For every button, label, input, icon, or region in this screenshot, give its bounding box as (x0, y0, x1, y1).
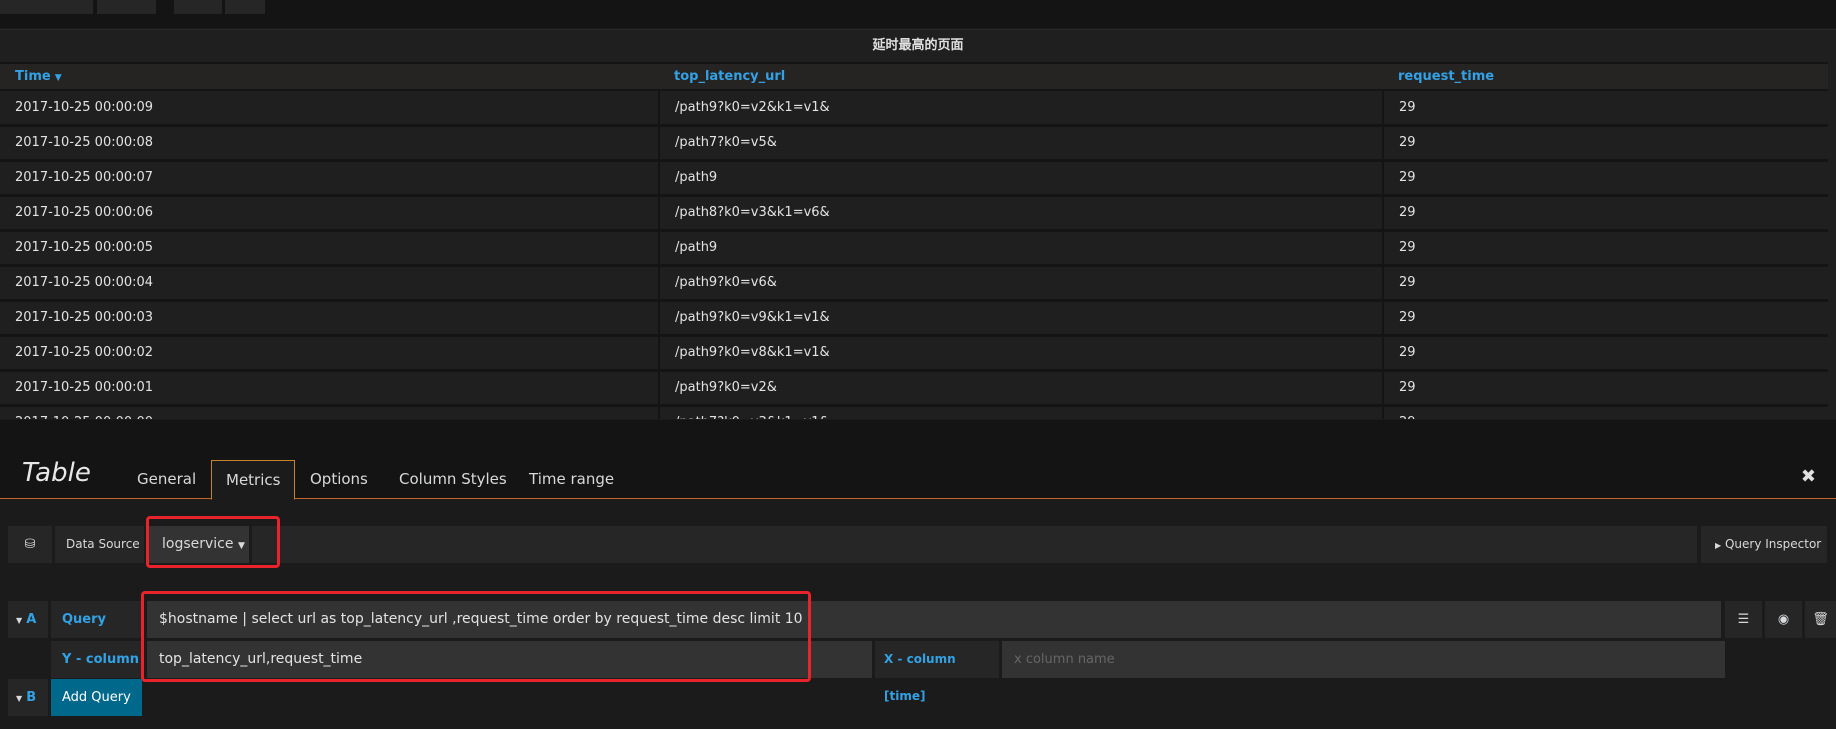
column-header-url[interactable]: top_latency_url (659, 62, 1383, 91)
query-label: Query (51, 601, 142, 638)
datasource-filler (252, 526, 1697, 563)
table-cell: 29 (1382, 335, 1828, 372)
table-row: 2017-10-25 00:00:07/path9 29 (0, 160, 1828, 197)
topbar-button[interactable] (97, 0, 156, 14)
table-cell: 29 (1382, 125, 1828, 162)
topbar-button[interactable] (0, 0, 93, 14)
highlight-box (141, 591, 811, 682)
table-cell: 2017-10-25 00:00:01 (0, 370, 659, 407)
table-row: 2017-10-25 00:00:02/path9?k0=v8&k1=v1& 29 (0, 335, 1828, 372)
database-icon: ⛁ (8, 526, 52, 563)
table-cell: 2017-10-25 00:00:03 (0, 300, 659, 337)
table-row: 2017-10-25 00:00:08/path7?k0=v5& 29 (0, 125, 1828, 162)
table-panel: 延时最高的页面 Time ▼ top_latency_url request_ti… (0, 29, 1836, 419)
eye-icon[interactable]: ◉ (1765, 601, 1802, 638)
caret-down-icon: ▼ (16, 694, 23, 703)
x-column-input[interactable]: x column name (1002, 641, 1725, 678)
table-cell: 29 (1382, 370, 1828, 407)
table-cell: /path9?k0=v2&k1=v1& (658, 90, 1383, 127)
topbar-button[interactable] (174, 0, 222, 14)
table-row: 2017-10-25 00:00:09/path9?k0=v2&k1=v1& 29 (0, 90, 1828, 127)
table-cell: /path9?k0=v2& (658, 370, 1383, 407)
table-row: 2017-10-25 00:00:06/path8?k0=v3&k1=v6& 29 (0, 195, 1828, 232)
dashboard-topbar (0, 0, 1836, 28)
query-b-toggle[interactable]: ▼ B (8, 679, 48, 716)
table-cell: /path9?k0=v6& (658, 265, 1383, 302)
query-letter: A (26, 612, 37, 627)
table-cell: 29 (1382, 300, 1828, 337)
highlight-box (146, 516, 280, 568)
table-cell: 2017-10-25 00:00:06 (0, 195, 659, 232)
table-cell: /path9?k0=v9&k1=v1& (658, 300, 1383, 337)
table-cell: 2017-10-25 00:00:08 (0, 125, 659, 162)
table-cell: 2017-10-25 00:00:09 (0, 90, 659, 127)
table-row: 2017-10-25 00:00:03/path9?k0=v9&k1=v1& 29 (0, 300, 1828, 337)
add-query-button[interactable]: Add Query (51, 679, 142, 716)
tab-general[interactable]: General (123, 460, 210, 499)
tab-column-styles[interactable]: Column Styles (385, 460, 521, 499)
editor-title: Table (22, 458, 91, 488)
table-cell: /path8?k0=v3&k1=v6& (658, 195, 1383, 232)
topbar-button[interactable] (225, 0, 265, 14)
y-column-label: Y - column (51, 641, 142, 678)
table-row: 2017-10-25 00:00:04/path9?k0=v6& 29 (0, 265, 1828, 302)
query-inspector-button[interactable]: ▶ Query Inspector (1701, 526, 1827, 563)
table-row: 2017-10-25 00:00:05/path9 29 (0, 230, 1828, 267)
table-cell: 2017-10-25 00:00:00 (0, 405, 659, 419)
query-a-toggle[interactable]: ▼ A (8, 601, 48, 638)
query-inspector-label: Query Inspector (1724, 537, 1822, 551)
editor-header: Table General Metrics Options Column Sty… (0, 420, 1836, 500)
table-cell: 29 (1382, 230, 1828, 267)
caret-down-icon: ▼ (16, 616, 23, 625)
table-cell: /path9 (658, 160, 1383, 197)
table-row: 2017-10-25 00:00:01/path9?k0=v2& 29 (0, 370, 1828, 407)
table-row: 2017-10-25 00:00:00/path7?k0=v3&k1=v1&29 (0, 405, 1828, 419)
table-cell: 2017-10-25 00:00:02 (0, 335, 659, 372)
caret-right-icon: ▶ (1715, 541, 1722, 550)
table-cell: 29 (1382, 405, 1828, 419)
table-cell: /path9?k0=v8&k1=v1& (658, 335, 1383, 372)
menu-icon[interactable]: ☰ (1725, 601, 1762, 638)
column-header-time[interactable]: Time ▼ (0, 62, 659, 91)
table-cell: 2017-10-25 00:00:04 (0, 265, 659, 302)
trash-icon[interactable]: 🗑 (1805, 601, 1836, 638)
panel-editor: Table General Metrics Options Column Sty… (0, 420, 1836, 729)
table-cell: 2017-10-25 00:00:07 (0, 160, 659, 197)
table-cell: /path7?k0=v5& (658, 125, 1383, 162)
header-label: Time (15, 69, 51, 84)
tab-metrics[interactable]: Metrics (211, 460, 296, 500)
caret-down-icon: ▼ (54, 73, 62, 83)
table-cell: /path7?k0=v3&k1=v1& (658, 405, 1383, 419)
x-column-label: X - column [time] (875, 641, 999, 703)
panel-title[interactable]: 延时最高的页面 (0, 30, 1836, 62)
table-cell: 29 (1382, 265, 1828, 302)
table-cell: 2017-10-25 00:00:05 (0, 230, 659, 267)
table-cell: 29 (1382, 195, 1828, 232)
close-icon[interactable]: ✖ (1801, 466, 1816, 487)
tab-time-range[interactable]: Time range (515, 460, 628, 499)
table-cell: /path9 (658, 230, 1383, 267)
table-cell: 29 (1382, 160, 1828, 197)
tab-options[interactable]: Options (296, 460, 382, 499)
table-cell: 29 (1382, 90, 1828, 127)
column-header-request-time[interactable]: request_time (1383, 62, 1828, 91)
datasource-label: Data Source (55, 526, 144, 563)
query-letter: B (26, 690, 37, 705)
data-table: Time ▼ top_latency_url request_time 2017-… (0, 62, 1828, 419)
